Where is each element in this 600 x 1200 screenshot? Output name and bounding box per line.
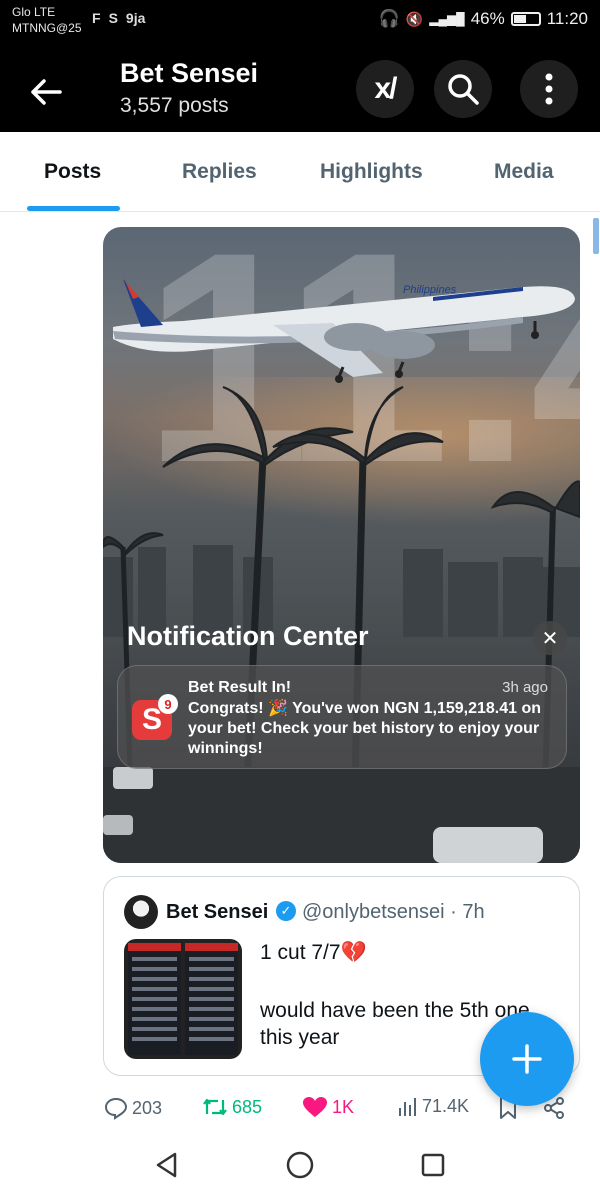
active-tab-indicator [27,206,120,211]
notification-time: 3h ago [502,679,548,696]
notification-center-title: Notification Center [127,621,369,651]
repost-icon [203,1098,227,1116]
search-icon [448,74,479,105]
headphones-icon: 🎧 [378,9,400,28]
nav-home-button[interactable] [283,1148,317,1182]
mute-icon: 🔇 [405,10,424,27]
betslip-screenshot [185,943,238,1055]
verified-badge-icon: ✓ [276,901,296,921]
profile-tabs: Posts Replies Highlights Media [0,132,600,212]
square-recents-icon [421,1153,445,1177]
view-count: 71.4K [422,1096,470,1116]
nav-back-button[interactable] [150,1148,184,1182]
quoted-post-thumbnail [124,939,242,1059]
nav-recents-button[interactable] [416,1148,450,1182]
circle-home-icon [286,1151,314,1179]
plus-icon [512,1044,542,1074]
airplane-graphic [113,279,575,383]
post-image[interactable]: 11:44 [103,227,580,863]
f-app-icon: F [92,10,101,26]
quoted-text-line1: 1 cut 7/7💔 [260,941,367,964]
tab-media[interactable]: Media [494,160,554,184]
reply-count: 203 [132,1097,163,1118]
post-count: 3,557 posts [120,94,229,117]
arrow-left-icon [31,79,62,105]
notification-count-badge: 9 [158,694,178,714]
signal-icon: ▂▄▆█ [429,12,465,26]
bet-notification: S 9 Bet Result In! 3h ago Congrats! 🎉 Yo… [117,665,567,769]
profile-header: Bet Sensei 3,557 posts x/ [0,46,600,132]
avatar [124,895,158,929]
repost-count: 685 [232,1096,263,1117]
triangle-back-icon [156,1152,177,1178]
close-icon: ✕ [533,621,567,655]
tab-posts[interactable]: Posts [44,160,101,184]
grok-icon: x/ [374,72,397,105]
more-vertical-icon [545,73,553,105]
profile-title: Bet Sensei [120,58,259,88]
quoted-author-handle: @onlybetsensei · 7h [302,901,485,923]
views-button[interactable]: 71.4K [398,1096,469,1117]
status-bar: Glo LTE MTNNG@25 F S 9ja 🎧 🔇 ▂▄▆█ 46% 11… [0,0,600,46]
system-navigation-bar [0,1130,600,1200]
betslip-screenshot [128,943,181,1055]
like-count: 1K [332,1096,355,1117]
repost-button[interactable]: 685 [202,1096,262,1118]
9ja-app-icon: 9ja [125,10,146,26]
system-status: 🎧 🔇 ▂▄▆█ 46% 11:20 [379,9,588,29]
carrier-line2: MTNNG@25 [12,21,82,35]
grok-button[interactable]: x/ [356,60,414,118]
reply-button[interactable]: 203 [104,1096,162,1120]
scrollbar[interactable] [593,218,599,254]
airline-livery-text: Philippines [403,284,457,296]
back-button[interactable] [18,64,74,120]
like-button[interactable]: 1K [302,1096,354,1118]
more-options-button[interactable] [520,60,578,118]
tab-highlights[interactable]: Highlights [320,160,423,184]
carrier-info: Glo LTE MTNNG@25 [12,4,82,36]
search-button[interactable] [434,60,492,118]
s-app-icon: S [108,10,118,26]
compose-post-button[interactable] [480,1012,574,1106]
quoted-author-name: Bet Sensei [166,901,269,923]
battery-icon [510,12,541,26]
notification-title: Bet Result In! [188,679,292,696]
tab-replies[interactable]: Replies [182,160,257,184]
carrier-line1: Glo LTE [12,5,56,19]
heart-icon [303,1097,327,1117]
clock: 11:20 [546,9,588,28]
clipped-text-line [120,208,440,216]
reply-icon [104,1097,128,1120]
notification-icons: F S 9ja [92,10,145,26]
views-chart-icon [399,1097,416,1116]
notification-body: Congrats! 🎉 You've won NGN 1,159,218.41 … [188,700,542,757]
battery-level: 46% [470,9,505,28]
